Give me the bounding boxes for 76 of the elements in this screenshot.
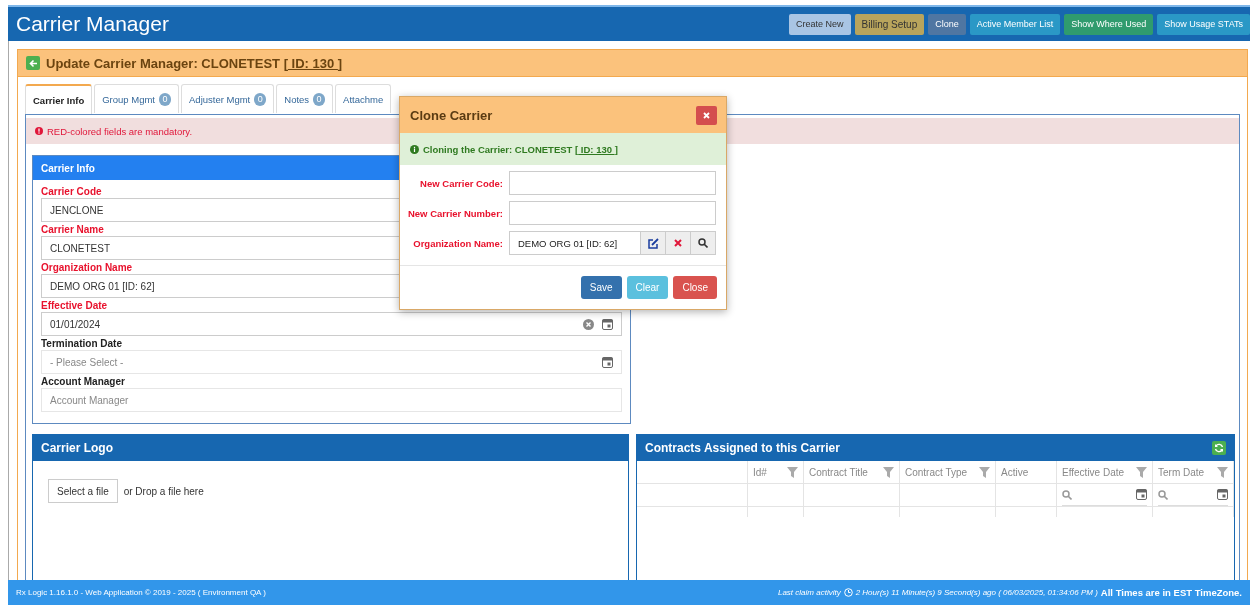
clock-icon (843, 588, 853, 597)
search-button[interactable] (691, 231, 716, 255)
input-field[interactable] (509, 171, 716, 195)
filter-icon[interactable] (1217, 466, 1228, 478)
info-text: Cloning the Carrier: CLONETEST [ ID: 130 ] (423, 143, 618, 155)
toolbar-button[interactable]: Active Member List (969, 13, 1061, 35)
count-badge: 0 (313, 92, 326, 106)
version-text: Rx Logic 1.16.1.0 - Web Application © 2019 - 2025 ( Environment QA ) (16, 588, 266, 597)
filter-icon[interactable] (883, 466, 894, 478)
drop-hint: or Drop a file here (123, 485, 204, 497)
toolbar-button[interactable]: Create New (789, 13, 851, 35)
calendar-icon[interactable] (1217, 489, 1228, 500)
field-label: Organization Name: (412, 237, 504, 249)
input-field[interactable]: DEMO ORG 01 [ID: 62] (509, 231, 641, 255)
search-icon (1158, 489, 1168, 500)
activity-time: 2 Hour(s) 11 Minute(s) 9 Second(s) ago ( 06/03/2025, 01:34:06 PM ) (855, 588, 1098, 597)
close-icon (674, 239, 682, 247)
error-icon (35, 127, 43, 135)
close-icon (703, 111, 710, 119)
dialog-title: Clone Carrier (410, 107, 493, 123)
refresh-icon[interactable] (1212, 441, 1226, 455)
panel-title: Contracts Assigned to this Carrier (645, 441, 841, 455)
calendar-icon[interactable] (602, 356, 613, 368)
toolbar-button[interactable]: Show Usage STATs (1157, 13, 1250, 35)
toolbar-button[interactable]: Clone (928, 13, 966, 35)
column-header[interactable]: Effective Date (1062, 466, 1125, 478)
edit-icon (647, 237, 659, 249)
timezone-note: All Times are in EST TimeZone. (1100, 587, 1242, 598)
input-field[interactable] (509, 201, 716, 225)
calendar-icon[interactable] (1136, 489, 1147, 500)
column-header[interactable]: Contract Type (905, 466, 968, 478)
save-button[interactable]: Save (580, 276, 622, 299)
info-icon (410, 144, 419, 154)
id-link[interactable]: ID: 130 (578, 143, 615, 155)
field-label: Organization Name (41, 260, 134, 274)
id-link[interactable]: ID: 130 (288, 55, 338, 71)
close-button[interactable]: Close (673, 276, 717, 299)
field-label: Termination Date (41, 336, 123, 350)
column-header[interactable]: Contract Title (809, 466, 868, 478)
count-badge: 0 (254, 92, 267, 106)
field-label: Account Manager (41, 374, 126, 388)
edit-button[interactable] (641, 231, 666, 255)
page-title: Update Carrier Manager: CLONETEST [ ID: 130 ] (46, 55, 343, 71)
toolbar-button[interactable]: Billing Setup (854, 13, 925, 35)
filter-icon[interactable] (787, 466, 798, 478)
back-icon[interactable] (26, 56, 40, 70)
calendar-icon[interactable] (602, 318, 613, 330)
tab[interactable]: Group Mgmt 0 (94, 84, 179, 113)
column-header[interactable]: Id# (753, 466, 767, 478)
date-field[interactable]: - Please Select - (41, 350, 622, 374)
panel-title: Carrier Logo (41, 441, 114, 455)
tab[interactable]: Adjuster Mgmt 0 (181, 84, 275, 113)
app-title: Carrier Manager (16, 12, 170, 36)
count-badge: 0 (159, 92, 171, 106)
search-icon (698, 238, 708, 248)
alert-text: RED-colored fields are mandatory. (47, 125, 193, 137)
field-label: New Carrier Code: (419, 177, 504, 189)
close-button[interactable] (696, 105, 717, 125)
filter-icon[interactable] (1136, 466, 1147, 478)
clear-icon[interactable] (583, 318, 594, 330)
filter-icon[interactable] (979, 466, 990, 478)
toolbar-button[interactable]: Show Where Used (1064, 13, 1154, 35)
activity-label: Last claim activity (777, 588, 841, 597)
tab[interactable]: Notes 0 (276, 84, 334, 113)
search-icon (1062, 489, 1072, 500)
input-field[interactable]: Account Manager (41, 388, 622, 412)
select-file-button[interactable]: Select a file (48, 479, 118, 503)
clear-button[interactable] (666, 231, 691, 255)
date-field[interactable]: 01/01/2024 (41, 312, 622, 336)
field-label: Carrier Name (41, 222, 105, 236)
tab[interactable]: Attachme (335, 84, 392, 113)
field-label: Effective Date (41, 298, 109, 312)
column-header[interactable]: Active (1001, 466, 1029, 478)
tab[interactable]: Carrier Info (25, 84, 93, 114)
column-header[interactable]: Term Date (1158, 466, 1205, 478)
field-label: New Carrier Number: (406, 207, 504, 219)
